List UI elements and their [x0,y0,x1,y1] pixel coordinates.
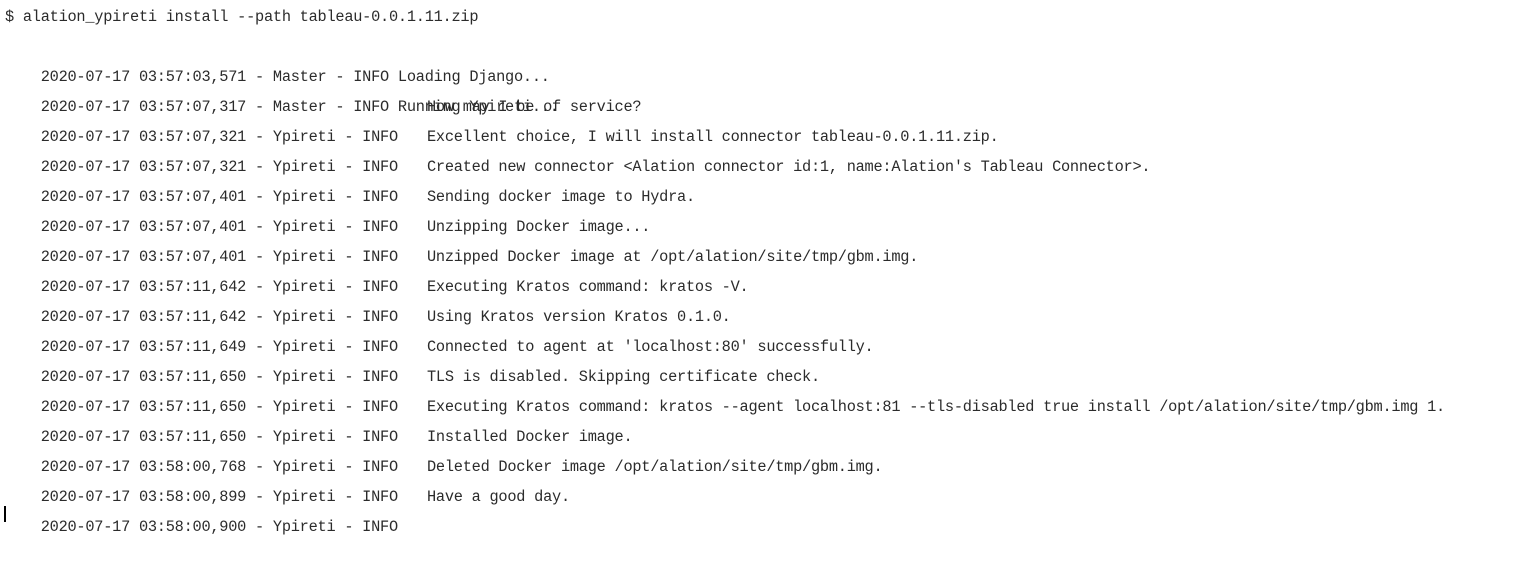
log-message: Deleted Docker image /opt/alation/site/t… [427,458,883,476]
log-message: Unzipping Docker image... [427,218,651,236]
log-line: 2020-07-17 03:57:07,401 - Ypireti - INFO… [5,182,695,236]
log-line: 2020-07-17 03:57:11,650 - Ypireti - INFO… [5,332,874,386]
log-line: 2020-07-17 03:57:07,317 - Master - INFO … [5,62,559,116]
log-message: Installed Docker image. [427,428,633,446]
log-line: 2020-07-17 03:58:00,900 - Ypireti - INFO… [5,482,570,536]
log-line: 2020-07-17 03:57:07,321 - Ypireti - INFO… [5,92,642,146]
log-message: Executing Kratos command: kratos --agent… [427,398,1445,416]
log-message: Excellent choice, I will install connect… [427,128,999,146]
log-message: Connected to agent at 'localhost:80' suc… [427,338,874,356]
text-cursor [4,506,6,522]
log-message: Unzipped Docker image at /opt/alation/si… [427,248,919,266]
log-line: 2020-07-17 03:57:11,642 - Ypireti - INFO… [5,242,919,296]
log-message: Using Kratos version Kratos 0.1.0. [427,308,731,326]
log-line: 2020-07-17 03:57:11,649 - Ypireti - INFO… [5,302,731,356]
log-line: 2020-07-17 03:57:11,650 - Ypireti - INFO… [5,392,1446,446]
log-prefix: 2020-07-17 03:58:00,900 - Ypireti - INFO [40,518,398,536]
log-message: TLS is disabled. Skipping certificate ch… [427,368,820,386]
log-line: 2020-07-17 03:57:11,650 - Ypireti - INFO… [5,362,820,416]
log-line: 2020-07-17 03:57:07,401 - Ypireti - INFO… [5,152,1151,206]
log-message: Sending docker image to Hydra. [427,188,695,206]
log-message: Created new connector <Alation connector… [427,158,1151,176]
terminal-output[interactable]: $ alation_ypireti install --path tableau… [0,0,1532,536]
log-line: 2020-07-17 03:58:00,768 - Ypireti - INFO… [5,422,633,476]
log-line: 2020-07-17 03:57:07,401 - Ypireti - INFO… [5,212,651,266]
log-message: How may I be of service? [427,98,642,116]
log-line: 2020-07-17 03:58:00,899 - Ypireti - INFO… [5,452,883,506]
log-message: Have a good day. [427,488,570,506]
log-line: 2020-07-17 03:57:03,571 - Master - INFO … [5,32,550,86]
log-message: Executing Kratos command: kratos -V. [427,278,749,296]
command-line: $ alation_ypireti install --path tableau… [5,8,479,26]
log-line: 2020-07-17 03:57:07,321 - Ypireti - INFO… [5,122,999,176]
log-line: 2020-07-17 03:57:11,642 - Ypireti - INFO… [5,272,749,326]
